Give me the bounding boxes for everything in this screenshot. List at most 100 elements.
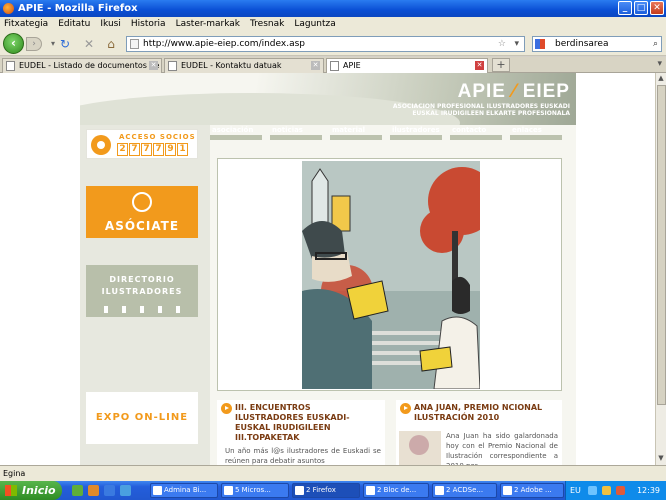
news-item[interactable]: III. ENCUENTROS ILUSTRADORES EUSKADI-EUS… — [217, 400, 385, 465]
url-text: http://www.apie-eiep.com/index.asp — [143, 39, 306, 49]
tab-label: EUDEL - Listado de documentos de Ber... — [19, 61, 161, 70]
page-icon — [130, 39, 139, 49]
window-titlebar: APIE - Mozilla Firefox _ □ ✕ — [0, 0, 666, 17]
url-dropdown-icon[interactable]: ▾ — [514, 37, 519, 51]
featured-illustration[interactable] — [302, 161, 480, 389]
minimize-button[interactable]: _ — [618, 1, 632, 15]
taskbar: Inicio Admina Bi... 5 Micros... 2 Firefo… — [0, 481, 666, 500]
asociate-banner[interactable]: ASÓCIATE — [86, 186, 198, 238]
taskbar-item[interactable]: 5 Micros... — [221, 483, 289, 498]
close-tab-icon[interactable]: ✕ — [311, 61, 320, 70]
site-header: APIE ⁄ EIEP ASOCIACION PROFESIONAL ILUST… — [80, 73, 576, 125]
taskbar-item-label: 5 Micros... — [235, 486, 271, 494]
acceso-socios-box[interactable]: ACCESO SOCIOS 2 7 7 7 9 1 — [86, 129, 198, 159]
menu-tresnak[interactable]: Tresnak — [250, 19, 284, 29]
close-tab-icon[interactable]: ✕ — [149, 61, 158, 70]
quicklaunch-media-icon[interactable] — [120, 485, 131, 496]
counter-digit: 7 — [153, 143, 164, 156]
tray-app-icon[interactable] — [602, 486, 611, 495]
counter-digit: 1 — [177, 143, 188, 156]
close-button[interactable]: ✕ — [650, 1, 664, 15]
tray-app-icon[interactable] — [616, 486, 625, 495]
nav-label: asociación — [212, 126, 254, 134]
logo-eiep: EIEP — [522, 81, 570, 102]
window-title: APIE - Mozilla Firefox — [18, 3, 138, 14]
menu-historia[interactable]: Historia — [131, 19, 166, 29]
navigation-toolbar: ‹ › ▾ ↻ ✕ ⌂ http://www.apie-eiep.com/ind… — [0, 31, 666, 56]
status-text: Egina — [3, 469, 26, 478]
counter-digit: 2 — [117, 143, 128, 156]
stop-button[interactable]: ✕ — [82, 37, 96, 51]
apie-logo[interactable]: APIE ⁄ EIEP ASOCIACION PROFESIONAL ILUST… — [393, 81, 570, 117]
expo-online-banner[interactable]: EXPO ON-LINE — [86, 392, 198, 444]
vertical-scrollbar[interactable]: ▲ ▼ — [655, 73, 666, 465]
new-tab-button[interactable]: + — [492, 58, 510, 72]
news-title[interactable]: ANA JUAN, PREMIO NCIONAL ILUSTRACIÓN 201… — [414, 403, 560, 423]
language-indicator[interactable]: EU — [570, 481, 581, 500]
taskbar-item[interactable]: 2 Firefox — [292, 483, 360, 498]
google-icon[interactable] — [535, 39, 545, 49]
scroll-down-icon[interactable]: ▼ — [656, 454, 666, 464]
taskbar-item[interactable]: 2 ACDSe... — [432, 483, 497, 498]
nav-ilustradores[interactable]: ilustradores — [390, 126, 446, 140]
back-button[interactable]: ‹ — [3, 33, 24, 54]
tab-eudel-documentos[interactable]: EUDEL - Listado de documentos de Ber... … — [2, 58, 162, 73]
logo-apie: APIE — [457, 81, 506, 102]
page-viewport: APIE ⁄ EIEP ASOCIACION PROFESIONAL ILUST… — [0, 73, 655, 465]
nav-asociacion[interactable]: asociación — [210, 126, 266, 140]
menu-laster-markak[interactable]: Laster-markak — [176, 19, 240, 29]
nav-enlaces[interactable]: enlaces — [510, 126, 566, 140]
url-bar[interactable]: http://www.apie-eiep.com/index.asp ☆ ▾ — [126, 36, 525, 52]
close-tab-icon[interactable]: ✕ — [475, 61, 484, 70]
news-item[interactable]: ANA JUAN, PREMIO NCIONAL ILUSTRACIÓN 201… — [396, 400, 562, 465]
page-icon — [330, 61, 339, 71]
taskbar-item-label: 2 Firefox — [306, 486, 336, 494]
quicklaunch-firefox-icon[interactable] — [88, 485, 99, 496]
menu-laguntza[interactable]: Laguntza — [294, 19, 335, 29]
search-input[interactable]: berdinsarea ⌕ — [532, 36, 662, 52]
news-body: Ana Juan ha sido galardonada hoy con el … — [446, 432, 558, 465]
taskbar-item-label: Admina Bi... — [164, 486, 207, 494]
clock[interactable]: 12:39 — [637, 481, 660, 500]
taskbar-item-label: 2 Adobe ... — [514, 486, 552, 494]
logo-line-1: ASOCIACION PROFESIONAL ILUSTRADORES EUSK… — [392, 103, 570, 110]
nav-material[interactable]: material — [330, 126, 386, 140]
page-icon — [168, 61, 177, 71]
scroll-up-icon[interactable]: ▲ — [656, 74, 666, 84]
menu-editatu[interactable]: Editatu — [58, 19, 90, 29]
tab-apie[interactable]: APIE ✕ — [326, 58, 488, 73]
start-button[interactable]: Inicio — [0, 481, 62, 500]
nav-contacto[interactable]: contacto — [450, 126, 506, 140]
search-icon[interactable]: ⌕ — [653, 37, 658, 51]
maximize-button[interactable]: □ — [634, 1, 648, 15]
scrollbar-thumb[interactable] — [657, 85, 666, 405]
tab-eudel-kontaktu[interactable]: EUDEL - Kontaktu datuak ✕ — [164, 58, 324, 73]
menu-ikusi[interactable]: Ikusi — [100, 19, 120, 29]
visit-counter: 2 7 7 7 9 1 — [117, 143, 188, 156]
menu-fitxategia[interactable]: Fitxategia — [4, 19, 48, 29]
tab-list-icon[interactable]: ▾ — [657, 59, 662, 69]
network-icon[interactable] — [588, 486, 597, 495]
system-tray: EU 12:39 — [565, 481, 666, 500]
reload-button[interactable]: ↻ — [58, 37, 72, 51]
arrow-icon — [400, 403, 411, 414]
news-thumbnail[interactable] — [399, 431, 441, 465]
nav-noticias[interactable]: noticias — [270, 126, 326, 140]
counter-digit: 7 — [141, 143, 152, 156]
pencils-decoration — [104, 306, 180, 313]
firefox-icon — [3, 3, 14, 14]
nav-label: material — [332, 126, 366, 134]
news-title[interactable]: III. ENCUENTROS ILUSTRADORES EUSKADI-EUS… — [235, 403, 381, 443]
tab-label: APIE — [343, 61, 361, 70]
taskbar-item[interactable]: 2 Adobe ... — [500, 483, 564, 498]
taskbar-item[interactable]: 2 Bloc de... — [363, 483, 429, 498]
home-button[interactable]: ⌂ — [104, 37, 118, 51]
taskbar-item[interactable]: Admina Bi... — [150, 483, 218, 498]
quicklaunch-desktop-icon[interactable] — [72, 485, 83, 496]
forward-button[interactable]: › — [26, 37, 42, 51]
asociate-label: ASÓCIATE — [104, 219, 180, 233]
directorio-ilustradores-banner[interactable]: DIRECTORIO ILUSTRADORES — [86, 265, 198, 317]
bookmark-star-icon[interactable]: ☆ — [498, 37, 506, 51]
sun-icon — [91, 135, 111, 155]
quicklaunch-ie-icon[interactable] — [104, 485, 115, 496]
